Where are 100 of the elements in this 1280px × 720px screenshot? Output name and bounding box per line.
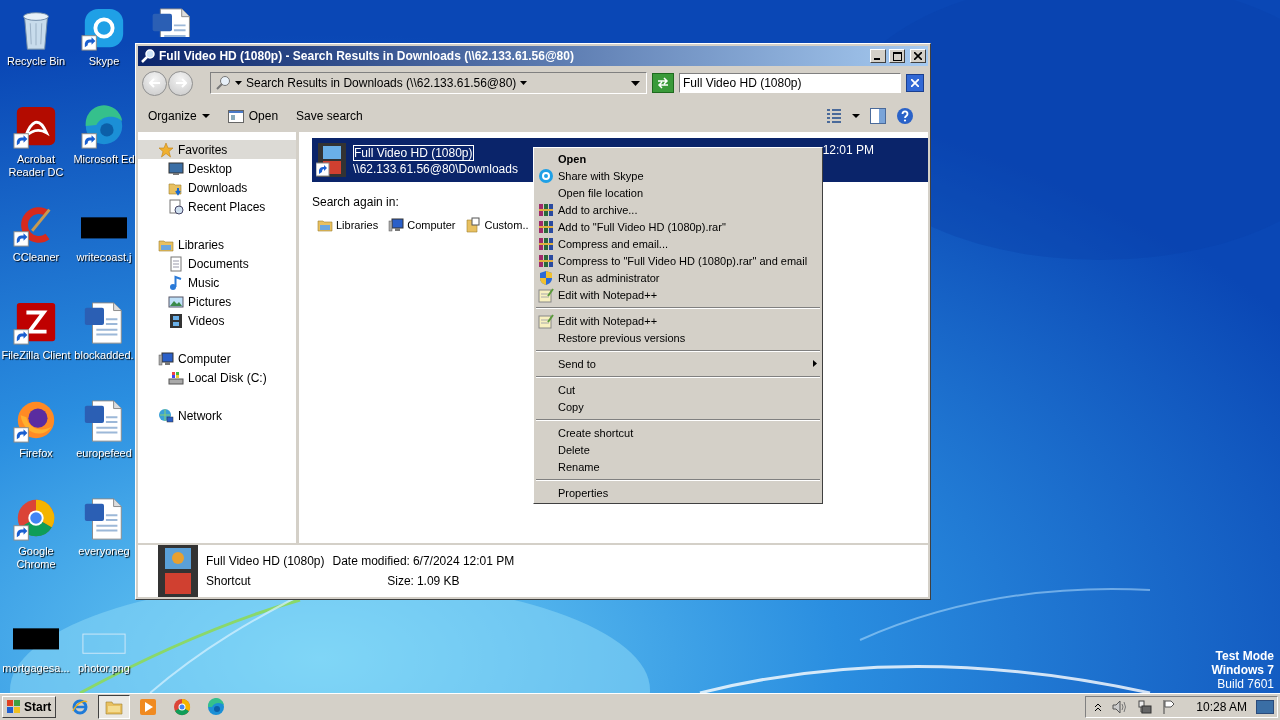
nav-item[interactable]: Pictures	[138, 292, 296, 311]
help-icon[interactable]	[896, 107, 914, 125]
browser-icon	[173, 698, 191, 716]
icon-label: blockadded.	[74, 349, 134, 362]
os-notice-text: Build 7601	[1217, 677, 1274, 691]
minimize-button[interactable]	[870, 49, 886, 63]
chevron-up-icon[interactable]	[1094, 702, 1103, 712]
start-button[interactable]: Start	[2, 696, 56, 718]
preview-pane-icon[interactable]	[870, 108, 886, 124]
menu-item[interactable]: Open	[536, 150, 820, 167]
film-icon	[168, 312, 184, 329]
menu-item[interactable]: Edit with Notepad++	[536, 312, 820, 329]
details-label: Size:	[387, 574, 414, 588]
nav-item[interactable]: Downloads	[138, 178, 296, 197]
maximize-button[interactable]	[889, 49, 905, 63]
star-icon	[158, 141, 174, 158]
speaker-icon[interactable]	[1111, 699, 1128, 715]
menu-item[interactable]: Compress and email...	[536, 235, 820, 252]
back-button[interactable]	[142, 70, 167, 96]
icon-label: Recycle Bin	[6, 55, 66, 68]
location-link[interactable]: Computer	[388, 217, 456, 233]
nav-item[interactable]: Network	[138, 406, 296, 425]
nav-item[interactable]: Favorites	[138, 140, 296, 159]
network-icon[interactable]	[1136, 699, 1153, 715]
archive-icon	[538, 218, 554, 235]
menu-item[interactable]: Add to archive...	[536, 201, 820, 218]
archive-icon	[538, 252, 554, 269]
menu-item[interactable]: Add to "Full Video HD (1080p).rar"	[536, 218, 820, 235]
details-value: 1.09 KB	[416, 574, 460, 588]
close-button[interactable]	[910, 49, 926, 63]
menu-item[interactable]: Cut	[536, 381, 820, 398]
modified-date: 12:01 PM	[822, 143, 874, 157]
toolbar-button[interactable]: Save search	[294, 107, 365, 125]
close-icon	[914, 52, 922, 60]
menu-item[interactable]: Restore previous versions	[536, 329, 820, 346]
video-thumbnail-icon	[158, 545, 198, 597]
refresh-icon	[656, 77, 670, 89]
icon-label: europefeed	[76, 447, 132, 460]
nav-item[interactable]: Music	[138, 273, 296, 292]
nav-item[interactable]: Videos	[138, 311, 296, 330]
nav-item[interactable]: Computer	[138, 349, 296, 368]
details-value: 6/7/2024 12:01 PM	[412, 554, 515, 568]
computer-icon	[158, 350, 174, 367]
folder-icon	[317, 217, 333, 233]
search-again-label: Search again in:	[312, 195, 399, 209]
dropdown-arrow-icon[interactable]	[631, 80, 640, 86]
nav-item[interactable]: Libraries	[138, 235, 296, 254]
computer-icon	[388, 217, 405, 233]
notepad-icon	[538, 286, 554, 303]
menu-item[interactable]: Edit with Notepad++	[536, 286, 820, 303]
document-icon	[168, 255, 184, 272]
nav-item[interactable]: Recent Places	[138, 197, 296, 216]
archive-icon	[538, 201, 554, 218]
file-name: Full Video HD (1080p)	[353, 144, 474, 161]
caret-icon	[201, 114, 210, 118]
location-link[interactable]: Custom..	[465, 217, 529, 233]
details-file-type: Shortcut	[206, 574, 251, 588]
menu-item[interactable]: Open file location	[536, 184, 820, 201]
location-link[interactable]: Libraries	[317, 217, 379, 233]
details-file-name: Full Video HD (1080p)	[206, 554, 325, 568]
icon-label: Skype	[88, 55, 120, 68]
toolbar-button[interactable]: Organize	[146, 107, 212, 125]
music-note-icon	[168, 274, 184, 291]
chat-app-icon	[538, 167, 554, 184]
browser-icon	[71, 698, 89, 716]
refresh-button[interactable]	[652, 73, 674, 93]
icon-label: Firefox	[19, 447, 53, 460]
menu-item[interactable]: Rename	[536, 458, 820, 475]
menu-item[interactable]: Send to	[536, 355, 820, 372]
menu-item[interactable]: Share with Skype	[536, 167, 820, 184]
window-icon	[227, 109, 244, 123]
nav-item[interactable]: Desktop	[138, 159, 296, 178]
menu-item[interactable]: Copy	[536, 398, 820, 415]
windows-flag-icon	[6, 699, 22, 715]
clear-search-button[interactable]	[906, 74, 924, 92]
notepad-icon	[538, 312, 554, 329]
caret-icon[interactable]	[852, 114, 860, 118]
taskbar-app-button[interactable]	[98, 695, 130, 719]
submenu-arrow-icon	[813, 360, 817, 367]
maximize-icon	[892, 51, 902, 61]
menu-item[interactable]: Run as administrator	[536, 269, 820, 286]
caret-icon	[520, 81, 528, 85]
nav-item[interactable]: Documents	[138, 254, 296, 273]
menu-item[interactable]: Properties	[536, 484, 820, 501]
toolbar-button[interactable]: Open	[225, 107, 281, 125]
icon-label: FileZilla Client	[1, 349, 71, 362]
forward-button[interactable]	[168, 70, 193, 96]
file-path: \\62.133.61.56@80\Downloads	[353, 161, 518, 176]
address-bar[interactable]: Search Results in Downloads (\\62.133.61.56@80)	[210, 72, 647, 94]
menu-item[interactable]: Create shortcut	[536, 424, 820, 441]
close-icon	[911, 79, 919, 87]
drive-icon	[168, 369, 184, 386]
icon-label: CCleaner	[12, 251, 60, 264]
clock[interactable]: 10:28 AM	[1196, 700, 1247, 714]
menu-item[interactable]: Delete	[536, 441, 820, 458]
search-icon	[140, 48, 156, 64]
menu-item[interactable]: Compress to "Full Video HD (1080p).rar" and email	[536, 252, 820, 269]
search-field[interactable]: Full Video HD (1080p)	[679, 73, 901, 93]
nav-item[interactable]: Local Disk (C:)	[138, 368, 296, 387]
view-list-icon[interactable]	[826, 108, 842, 124]
